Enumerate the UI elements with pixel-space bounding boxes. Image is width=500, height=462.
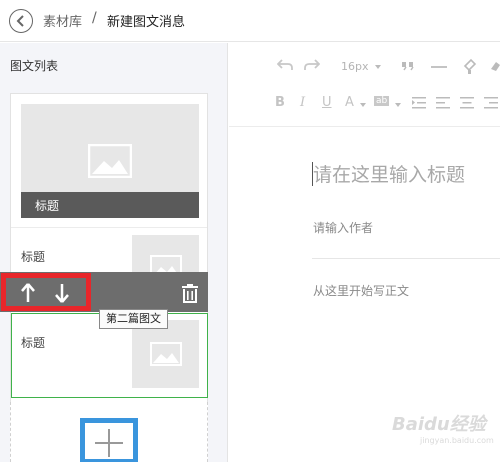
editor-toolbar-row-2: B I U A ab (229, 90, 500, 118)
move-up-icon[interactable] (20, 282, 36, 304)
list-divider (11, 227, 207, 228)
editor-divider (312, 258, 500, 259)
bold-button[interactable]: B (275, 95, 285, 110)
body-input[interactable]: 从这里开始写正文 (313, 282, 409, 299)
back-arrow-icon[interactable] (9, 9, 33, 33)
undo-icon[interactable] (277, 59, 293, 71)
article-item-title: 标题 (21, 336, 46, 350)
indent-icon[interactable] (412, 97, 426, 109)
highlight-frame (1, 273, 91, 311)
italic-button[interactable]: I (300, 95, 305, 110)
article-item-title[interactable]: 标题 (21, 248, 45, 265)
delete-icon[interactable] (181, 284, 199, 303)
title-input[interactable]: 请在这里输入标题 (313, 160, 465, 187)
underline-button[interactable]: U (322, 95, 332, 110)
breadcrumb-material-library[interactable]: 素材库 (43, 11, 82, 30)
cover-article-card[interactable]: 标题 (21, 104, 199, 218)
align-center-icon[interactable] (460, 97, 474, 109)
chevron-down-icon (360, 103, 366, 107)
font-size-select[interactable]: 16px (341, 60, 369, 73)
article-list-title: 图文列表 (10, 59, 59, 73)
quote-icon[interactable] (401, 61, 415, 71)
breadcrumb-current-page: 新建图文消息 (107, 15, 186, 30)
background-color-button[interactable]: ab (374, 96, 390, 106)
article-list-panel: 图文列表 标题 标题 (0, 43, 228, 462)
chevron-down-icon (375, 65, 381, 69)
chevron-down-icon (395, 103, 401, 107)
format-brush-icon[interactable] (463, 58, 477, 74)
move-down-icon[interactable] (54, 282, 70, 304)
watermark-url: jingyan.baidu.com (420, 436, 494, 445)
add-article-button[interactable] (80, 418, 138, 462)
redo-icon[interactable] (304, 59, 320, 71)
editor-toolbar-row-1: 16px (229, 53, 500, 81)
author-input[interactable]: 请输入作者 (313, 219, 373, 236)
clear-format-icon[interactable] (491, 61, 500, 71)
image-placeholder-icon (88, 144, 132, 178)
image-placeholder-icon (150, 342, 182, 366)
watermark: Baidu经验 (392, 414, 486, 435)
font-color-button[interactable]: A (345, 95, 354, 110)
horizontal-rule-icon[interactable] (431, 66, 447, 68)
align-left-icon[interactable] (436, 97, 450, 109)
breadcrumb-separator: / (92, 10, 97, 26)
top-bar: 素材库 / 新建图文消息 (0, 0, 500, 42)
tooltip: 第二篇图文 (99, 309, 168, 329)
cover-caption-bar: 标题 (21, 192, 199, 218)
article-item-thumbnail (132, 320, 199, 388)
align-right-icon[interactable] (484, 97, 498, 109)
cover-title: 标题 (35, 199, 60, 213)
